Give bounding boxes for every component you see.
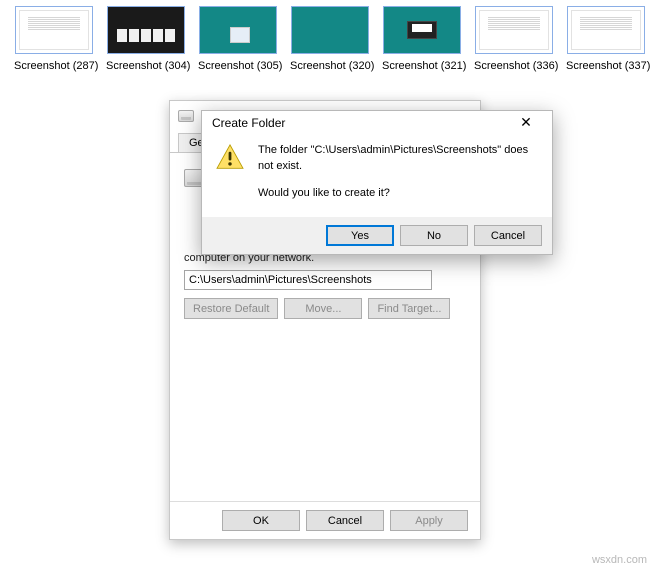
thumbnail-preview (291, 6, 369, 54)
properties-footer: OK Cancel Apply (170, 501, 480, 539)
thumbnail-label: Screenshot (305) (198, 60, 278, 72)
dialog-text: The folder "C:\Users\admin\Pictures\Scre… (258, 142, 540, 212)
thumbnail[interactable]: Screenshot (321) (382, 6, 462, 72)
dialog-footer: Yes No Cancel (202, 217, 552, 254)
warning-icon (216, 144, 244, 170)
apply-button[interactable]: Apply (390, 510, 468, 531)
thumbnail[interactable]: Screenshot (305) (198, 6, 278, 72)
create-folder-dialog: Create Folder ✕ The folder "C:\Users\adm… (201, 110, 553, 255)
thumbnail-label: Screenshot (337) (566, 60, 646, 72)
thumbnail-preview (475, 6, 553, 54)
ok-button[interactable]: OK (222, 510, 300, 531)
thumbnail[interactable]: Screenshot (337) (566, 6, 646, 72)
move-button[interactable]: Move... (284, 298, 362, 319)
dialog-line2: Would you like to create it? (258, 185, 540, 202)
thumbnail[interactable]: Screenshot (304) (106, 6, 186, 72)
watermark: wsxdn.com (592, 554, 647, 566)
disk-icon (178, 110, 194, 122)
file-thumbnail-row: Screenshot (287) Screenshot (304) Screen… (0, 0, 653, 76)
dialog-titlebar: Create Folder ✕ (202, 111, 552, 136)
restore-default-button[interactable]: Restore Default (184, 298, 278, 319)
folder-path-input[interactable] (184, 270, 432, 290)
thumbnail-label: Screenshot (320) (290, 60, 370, 72)
thumbnail-label: Screenshot (336) (474, 60, 554, 72)
dialog-body: The folder "C:\Users\admin\Pictures\Scre… (202, 136, 552, 218)
thumbnail[interactable]: Screenshot (336) (474, 6, 554, 72)
location-button-row: Restore Default Move... Find Target... (184, 298, 464, 319)
thumbnail-label: Screenshot (287) (14, 60, 94, 72)
thumbnail[interactable]: Screenshot (320) (290, 6, 370, 72)
no-button[interactable]: No (400, 225, 468, 246)
dialog-title: Create Folder (212, 116, 285, 130)
dialog-cancel-button[interactable]: Cancel (474, 225, 542, 246)
thumbnail-preview (383, 6, 461, 54)
thumbnail-preview (107, 6, 185, 54)
thumbnail-preview (15, 6, 93, 54)
thumbnail-label: Screenshot (304) (106, 60, 186, 72)
yes-button[interactable]: Yes (326, 225, 394, 246)
find-target-button[interactable]: Find Target... (368, 298, 450, 319)
thumbnail-preview (567, 6, 645, 54)
close-button[interactable]: ✕ (506, 111, 546, 135)
thumbnail[interactable]: Screenshot (287) (14, 6, 94, 72)
thumbnail-label: Screenshot (321) (382, 60, 462, 72)
cancel-button[interactable]: Cancel (306, 510, 384, 531)
dialog-line1: The folder "C:\Users\admin\Pictures\Scre… (258, 142, 540, 175)
thumbnail-preview (199, 6, 277, 54)
